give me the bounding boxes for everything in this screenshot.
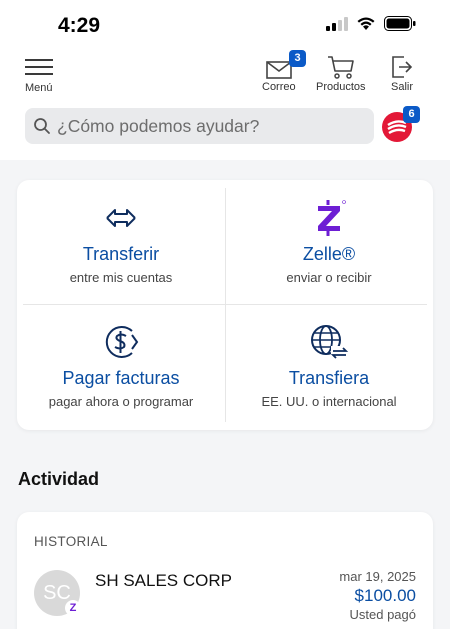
search-bar[interactable] [25,108,374,144]
search-icon [34,118,50,134]
nav-mail-label: Correo [262,81,296,93]
zelle-icon [318,200,346,236]
transaction-row[interactable]: SC Z SH SALES CORP mar 19, 2025 $100.00 … [17,566,433,626]
battery-icon [384,16,416,31]
action-wire-transfer-subtitle: EE. UU. o internacional [261,394,397,409]
history-card: HISTORIAL SC Z SH SALES CORP mar 19, 202… [17,512,433,629]
status-time: 4:29 [58,14,101,37]
action-zelle[interactable]: Zelle® enviar o recibir [225,180,433,304]
transaction-note: Usted pagó [349,607,417,622]
action-transfer-subtitle: entre mis cuentas [69,270,173,285]
action-wire-transfer-title: Transfiera [288,368,370,388]
nav-logout-label: Salir [390,81,413,93]
transaction-date: mar 19, 2025 [339,569,416,584]
hamburger-icon [25,59,53,75]
quick-actions-card: Transferir entre mis cuentas Zelle® envi… [17,180,433,430]
logout-icon [392,56,413,78]
status-icons [326,16,416,31]
wifi-icon [357,17,375,30]
nav-products-label: Productos [316,81,366,93]
action-zelle-subtitle: enviar o recibir [286,270,372,285]
mail-badge: 3 [289,50,306,67]
action-pay-bills-title: Pagar facturas [62,368,180,388]
cellular-signal-icon [326,16,348,31]
action-transfer[interactable]: Transferir entre mis cuentas [17,180,225,304]
action-pay-bills-subtitle: pagar ahora o programar [48,394,194,409]
globe-transfer-icon [311,325,349,360]
action-pay-bills[interactable]: Pagar facturas pagar ahora o programar [17,304,225,428]
activity-title: Actividad [18,469,100,489]
status-bar: 4:29 [0,0,450,50]
history-label: HISTORIAL [34,534,108,549]
action-zelle-title: Zelle® [302,244,356,264]
transaction-amount: $100.00 [354,586,416,605]
menu-label: Menú [25,82,53,94]
nav-logout-button[interactable]: Salir [390,52,414,93]
transaction-name: SH SALES CORP [95,571,232,590]
cart-icon [327,56,354,79]
search-input[interactable] [57,115,347,137]
brand-badge: 6 [403,106,420,123]
action-transfer-title: Transferir [82,244,160,264]
menu-button[interactable]: Menú [24,54,60,94]
brand-assistant-button[interactable]: 6 [382,106,420,142]
transfer-arrows-icon [106,209,136,227]
bill-pay-icon [105,326,139,358]
app-header: Menú 3 Correo Productos Salir ¿Cómo pode… [0,50,450,160]
nav-mail-button[interactable]: 3 Correo [262,50,306,93]
action-wire-transfer[interactable]: Transfiera EE. UU. o internacional [225,304,433,428]
nav-products-button[interactable]: Productos [316,52,366,93]
zelle-badge-icon: Z [65,600,81,616]
